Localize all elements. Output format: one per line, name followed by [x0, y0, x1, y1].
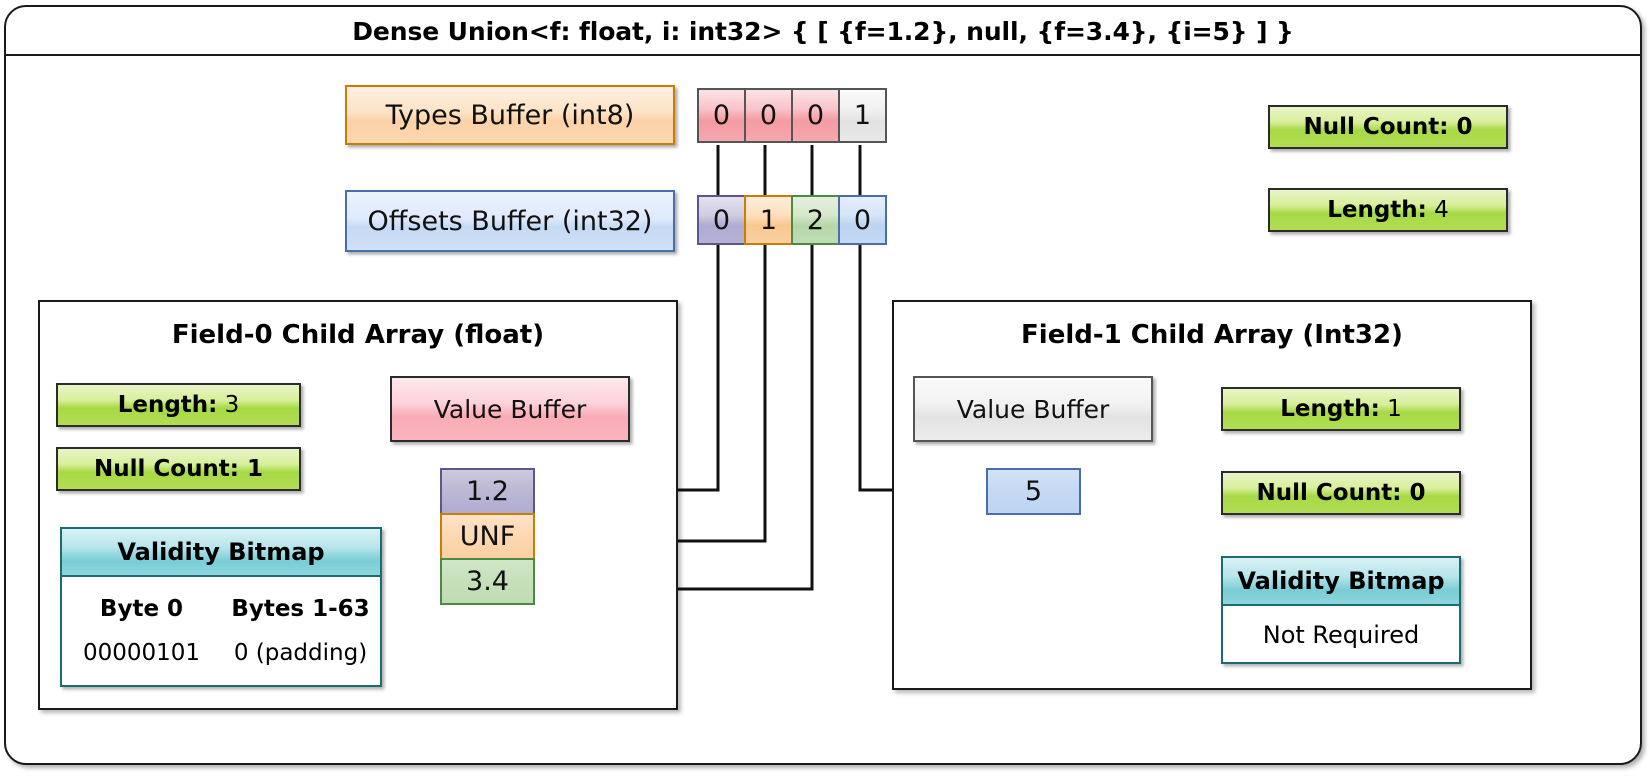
offsets-cell: 1: [744, 195, 793, 245]
field1-length-badge: Length: 1: [1221, 387, 1461, 431]
field1-length-value: 1: [1387, 396, 1402, 422]
union-length-label: Length:: [1327, 197, 1427, 223]
offsets-cell: 2: [791, 195, 840, 245]
field0-title: Field-0 Child Array (float): [171, 320, 545, 350]
field1-title: Field-1 Child Array (Int32): [1021, 320, 1403, 350]
diagram-title-bar: Dense Union<f: float, i: int32> { [ {f=1…: [7, 8, 1639, 55]
field1-null-count-text: Null Count: 0: [1256, 480, 1426, 506]
union-null-count-text: Null Count: 0: [1303, 114, 1473, 140]
field0-validity-columns: Byte 0 Bytes 1-63: [62, 587, 380, 631]
field1-validity-bitmap: Validity Bitmap Not Required: [1221, 556, 1461, 664]
field0-value-buffer-label: Value Buffer: [390, 376, 630, 442]
types-cell: 0: [744, 88, 793, 143]
field1-value-cells: 5: [986, 468, 1081, 515]
offsets-buffer-cells: 0 1 2 0: [697, 195, 887, 245]
field0-validity-cell: 0 (padding): [233, 640, 368, 666]
field0-validity-cell: 00000101: [82, 640, 201, 666]
field0-null-count-badge: Null Count: 1: [56, 447, 301, 491]
field0-validity-bitmap: Validity Bitmap Byte 0 Bytes 1-63 000001…: [60, 527, 382, 687]
field0-validity-col: Bytes 1-63: [231, 596, 370, 622]
types-buffer-label-text: Types Buffer (int8): [385, 99, 635, 131]
field0-validity-row: 00000101 0 (padding): [62, 631, 380, 675]
field0-value-cells: 1.2 UNF 3.4: [440, 468, 535, 605]
field0-length-badge: Length: 3: [56, 383, 301, 427]
field1-value-buffer-text: Value Buffer: [956, 394, 1110, 424]
field0-value-cell: UNF: [440, 513, 535, 560]
types-cell: 0: [697, 88, 746, 143]
types-buffer-cells: 0 0 0 1: [697, 88, 887, 143]
field0-value-cell: 1.2: [440, 468, 535, 515]
field1-validity-header: Validity Bitmap: [1223, 558, 1459, 606]
field0-value-cell: 3.4: [440, 558, 535, 605]
field0-length-value: 3: [224, 392, 240, 418]
offsets-buffer-label-text: Offsets Buffer (int32): [367, 205, 653, 237]
field1-validity-body: Not Required: [1262, 621, 1420, 649]
field1-length-label: Length:: [1280, 396, 1380, 422]
types-cell: 0: [791, 88, 840, 143]
page-title: Dense Union<f: float, i: int32> { [ {f=1…: [352, 17, 1294, 46]
diagram-canvas: Dense Union<f: float, i: int32> { [ {f=1…: [0, 0, 1650, 776]
offsets-cell: 0: [838, 195, 887, 245]
types-buffer-label: Types Buffer (int8): [345, 85, 675, 145]
field0-validity-col: Byte 0: [99, 596, 184, 622]
union-length-value: 4: [1434, 197, 1449, 223]
field0-null-count-text: Null Count: 1: [93, 456, 264, 482]
title-divider: [6, 54, 1640, 56]
types-cell: 1: [838, 88, 887, 143]
field1-value-buffer-label: Value Buffer: [913, 376, 1153, 442]
field1-null-count-badge: Null Count: 0: [1221, 471, 1461, 515]
field0-validity-header: Validity Bitmap: [62, 529, 380, 577]
offsets-cell: 0: [697, 195, 746, 245]
union-null-count-badge: Null Count: 0: [1268, 105, 1508, 149]
union-length-badge: Length: 4: [1268, 188, 1508, 232]
offsets-buffer-label: Offsets Buffer (int32): [345, 190, 675, 252]
field0-value-buffer-text: Value Buffer: [433, 394, 587, 424]
field1-value-cell: 5: [986, 468, 1081, 515]
field0-length-label: Length:: [117, 392, 218, 418]
